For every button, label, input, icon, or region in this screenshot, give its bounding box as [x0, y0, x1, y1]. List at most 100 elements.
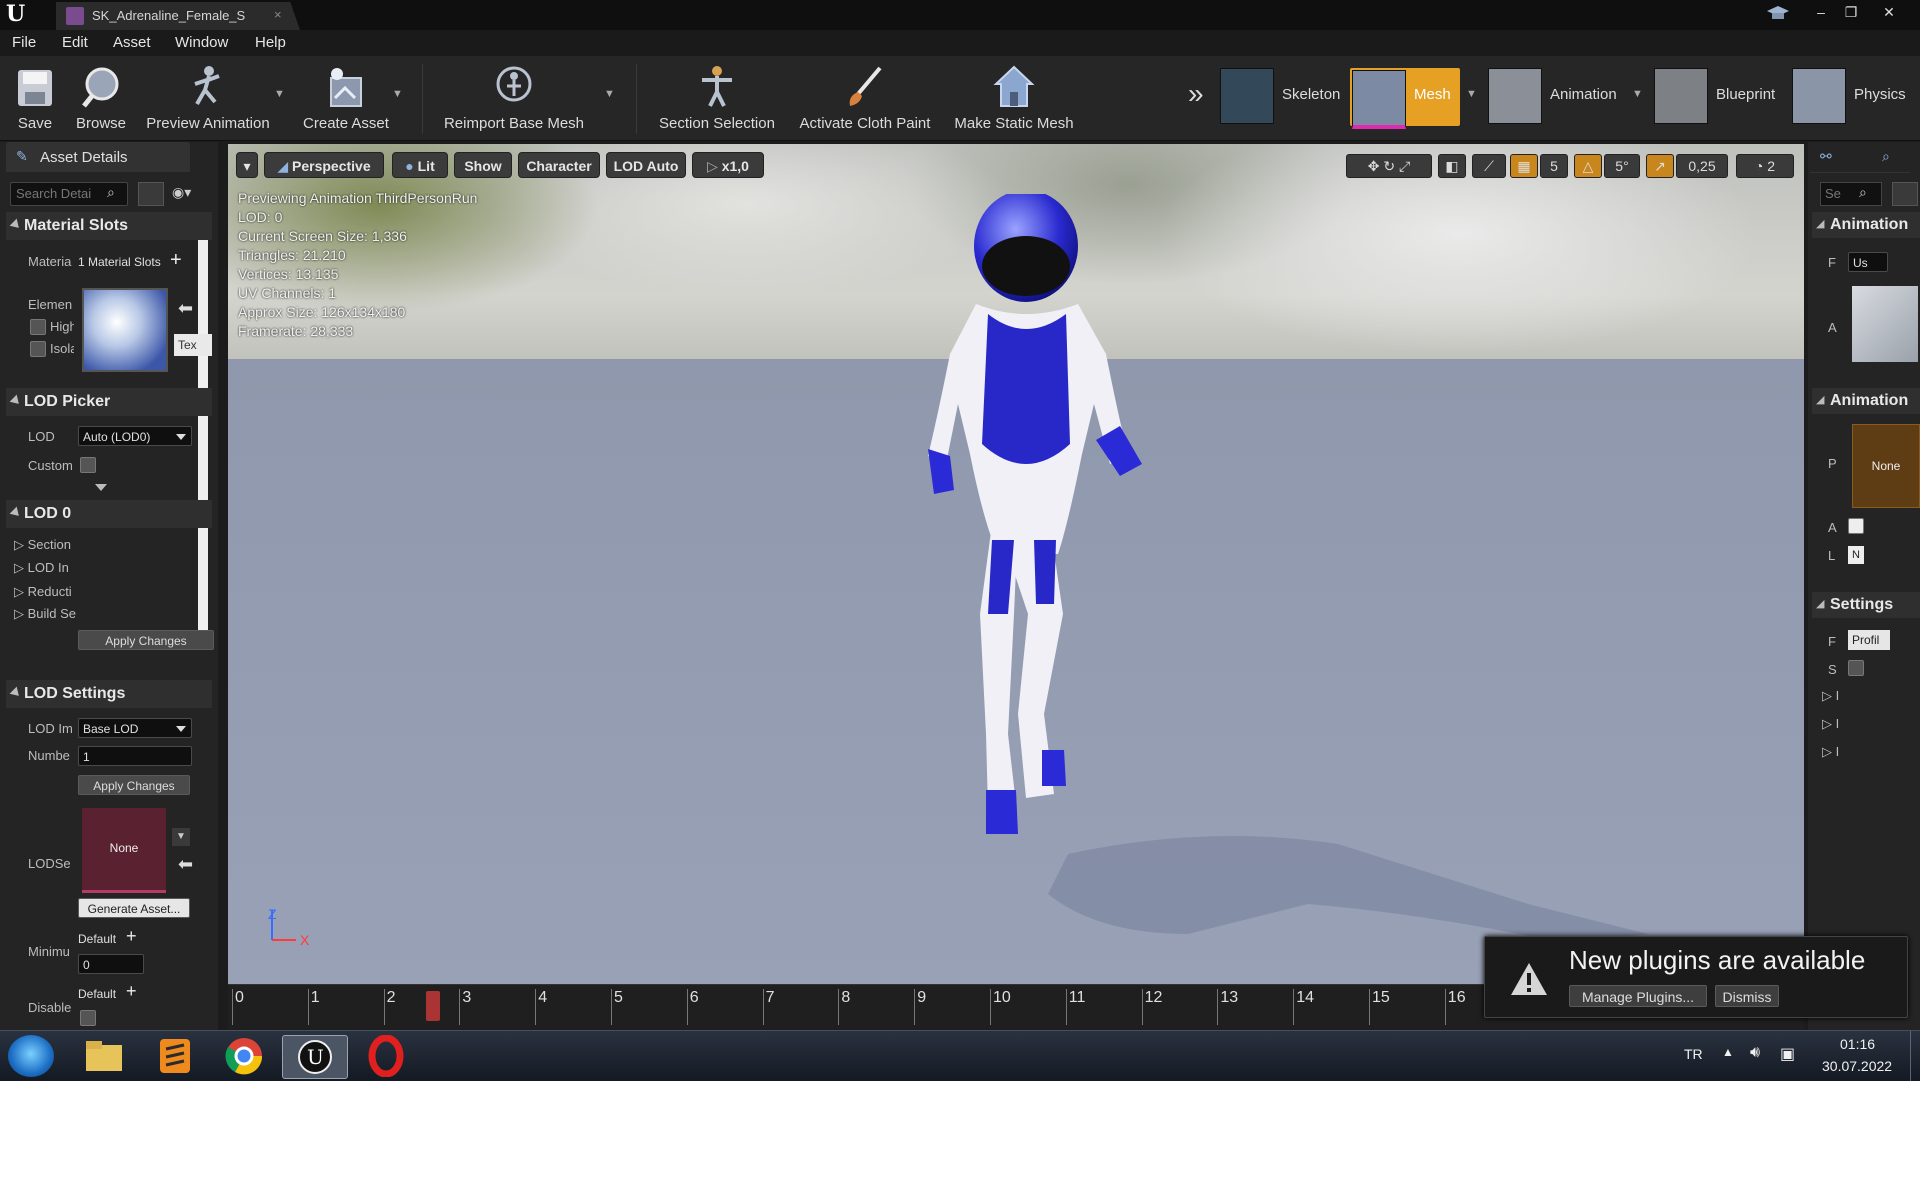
document-tab[interactable]: SK_Adrenaline_Female_S × — [56, 2, 300, 30]
details-search-input[interactable]: Search Detai ⌕ — [10, 182, 128, 206]
add-material-slot-icon[interactable]: + — [170, 249, 182, 272]
lod-threshold-input[interactable]: N — [1848, 546, 1864, 564]
maximize-button[interactable]: ❐ — [1838, 2, 1864, 22]
reimport-dropdown-icon[interactable]: ▼ — [604, 88, 615, 100]
lod-settings-section-header[interactable]: LOD Settings — [6, 680, 212, 708]
language-indicator[interactable]: TR — [1684, 1046, 1703, 1062]
use-selected-arrow-icon[interactable]: ⬅ — [178, 298, 193, 319]
create-asset-button[interactable]: Create Asset — [296, 60, 396, 138]
lod-settings-asset-thumbnail[interactable]: None — [82, 808, 166, 893]
viewport-options-dropdown[interactable]: ▾ — [236, 152, 258, 178]
reimport-base-mesh-button[interactable]: Reimport Base Mesh — [440, 60, 588, 138]
post-process-asset-thumbnail[interactable]: None — [1852, 424, 1920, 508]
asset-picker-dropdown-icon[interactable]: ▼ — [172, 828, 190, 846]
details-scrollbar[interactable] — [198, 212, 208, 636]
mesh-dropdown-icon[interactable]: ▼ — [1466, 88, 1477, 100]
lod-settings-apply-button[interactable]: Apply Changes — [78, 775, 190, 795]
disable-below-min-checkbox[interactable] — [80, 1010, 96, 1026]
make-static-mesh-button[interactable]: Make Static Mesh — [950, 60, 1078, 138]
unreal-engine-task-icon[interactable]: U — [282, 1035, 348, 1079]
start-button[interactable] — [8, 1035, 54, 1077]
tab-close-icon[interactable]: × — [274, 7, 282, 22]
graduation-cap-icon[interactable] — [1766, 4, 1790, 22]
menu-edit[interactable]: Edit — [62, 34, 88, 51]
grid-snap-icon[interactable]: ▦ — [1510, 154, 1538, 178]
sublime-app-icon[interactable] — [150, 1035, 198, 1077]
generate-asset-button[interactable]: Generate Asset... — [78, 898, 190, 918]
animation-dropdown-icon[interactable]: ▼ — [1632, 88, 1643, 100]
rotation-snap-icon[interactable]: △ — [1574, 154, 1602, 178]
allow-checkbox[interactable] — [1848, 518, 1864, 534]
tree-item-build-settings[interactable]: ▷ Build Se — [14, 606, 76, 622]
create-asset-dropdown-icon[interactable]: ▼ — [392, 88, 403, 100]
volume-icon[interactable]: 🔊︎ — [1750, 1044, 1760, 1062]
lod-dropdown[interactable]: Auto (LOD0) — [78, 426, 192, 446]
preview-animation-button[interactable]: Preview Animation — [140, 60, 276, 138]
right-tree-item[interactable]: ▷ I — [1822, 716, 1839, 732]
surface-snap-icon[interactable]: ⟋ — [1472, 154, 1506, 178]
isolate-checkbox[interactable] — [30, 341, 46, 357]
mode-skeleton-button[interactable]: Skeleton — [1220, 68, 1350, 124]
tree-item-reduction[interactable]: ▷ Reducti — [14, 584, 72, 600]
tab-asset-details[interactable]: ✎ Asset Details — [6, 142, 190, 172]
profile-button[interactable]: Profil — [1848, 630, 1890, 650]
menu-file[interactable]: File — [12, 34, 36, 51]
world-local-icon[interactable]: ◧ — [1438, 154, 1466, 178]
animation-asset-thumbnail[interactable] — [1852, 286, 1918, 362]
setting-s-checkbox[interactable] — [1848, 660, 1864, 676]
file-explorer-icon[interactable] — [80, 1035, 128, 1077]
perspective-button[interactable]: ◢ Perspective — [264, 152, 384, 178]
playback-speed-button[interactable]: ▷ x1,0 — [692, 152, 764, 178]
lod-auto-button[interactable]: LOD Auto — [606, 152, 686, 178]
network-icon[interactable]: ▣ — [1780, 1044, 1795, 1064]
animation-mode-dropdown[interactable]: Us — [1848, 252, 1888, 272]
minimize-button[interactable]: – — [1808, 2, 1834, 22]
close-window-button[interactable]: ✕ — [1876, 2, 1902, 22]
lod0-apply-changes-button[interactable]: Apply Changes — [78, 630, 214, 650]
timeline-scrubber[interactable] — [425, 991, 440, 1021]
manage-plugins-button[interactable]: Manage Plugins... — [1569, 985, 1707, 1007]
material-slots-section-header[interactable]: Material Slots — [6, 212, 212, 240]
animation-section-header[interactable]: ◢ Animation — [1812, 212, 1920, 238]
menu-asset[interactable]: Asset — [113, 34, 151, 51]
scale-snap-value[interactable]: 0,25 — [1676, 154, 1728, 178]
tree-item-lod-info[interactable]: ▷ LOD In — [14, 560, 69, 576]
grid-snap-value[interactable]: 5 — [1540, 154, 1568, 178]
number-of-lods-input[interactable]: 1 — [78, 746, 192, 766]
expand-arrow-icon[interactable] — [95, 484, 107, 491]
chrome-icon[interactable] — [220, 1035, 268, 1077]
mode-mesh-button[interactable]: Mesh — [1350, 68, 1460, 129]
show-button[interactable]: Show — [454, 152, 512, 178]
clock-date[interactable]: 30.07.2022 — [1822, 1058, 1892, 1074]
grid-view-icon[interactable] — [1892, 182, 1918, 206]
show-desktop-button[interactable] — [1910, 1031, 1920, 1081]
opera-icon[interactable] — [362, 1034, 410, 1078]
menu-help[interactable]: Help — [255, 34, 286, 51]
dismiss-button[interactable]: Dismiss — [1715, 985, 1779, 1007]
transform-tools-group[interactable]: ✥ ↻ ⤢ — [1346, 154, 1432, 178]
browse-button[interactable]: Browse — [70, 60, 132, 138]
mode-blueprint-button[interactable]: Blueprint — [1654, 68, 1794, 124]
preview-animation-dropdown-icon[interactable]: ▼ — [274, 88, 285, 100]
highlight-checkbox[interactable] — [30, 319, 46, 335]
more-tools-icon[interactable]: » — [1188, 78, 1204, 110]
add-platform-override-icon[interactable]: + — [126, 981, 137, 1002]
tree-item-section[interactable]: ▷ Section — [14, 537, 71, 553]
right-tree-item[interactable]: ▷ I — [1822, 688, 1839, 704]
camera-speed-button[interactable]: ◔ 2 — [1736, 154, 1794, 178]
use-selected-arrow-icon[interactable]: ⬅ — [178, 854, 193, 875]
lit-button[interactable]: ● Lit — [392, 152, 448, 178]
activate-cloth-paint-button[interactable]: Activate Cloth Paint — [796, 60, 934, 138]
scale-snap-icon[interactable]: ↗ — [1646, 154, 1674, 178]
animation2-section-header[interactable]: ◢ Animation — [1812, 388, 1920, 414]
mode-animation-button[interactable]: Animation — [1488, 68, 1638, 124]
grid-view-icon[interactable] — [138, 182, 164, 206]
menu-window[interactable]: Window — [175, 34, 228, 51]
lod-import-dropdown[interactable]: Base LOD — [78, 718, 192, 738]
settings-section-header[interactable]: ◢ Settings — [1812, 592, 1920, 618]
section-selection-button[interactable]: Section Selection — [654, 60, 780, 138]
right-tree-item[interactable]: ▷ I — [1822, 744, 1839, 760]
preview-viewport[interactable]: ▾ ◢ Perspective ● Lit Show Character LOD… — [228, 144, 1804, 984]
details-search-icon[interactable]: ⌕ — [1882, 148, 1890, 165]
save-button[interactable]: Save — [8, 60, 62, 138]
